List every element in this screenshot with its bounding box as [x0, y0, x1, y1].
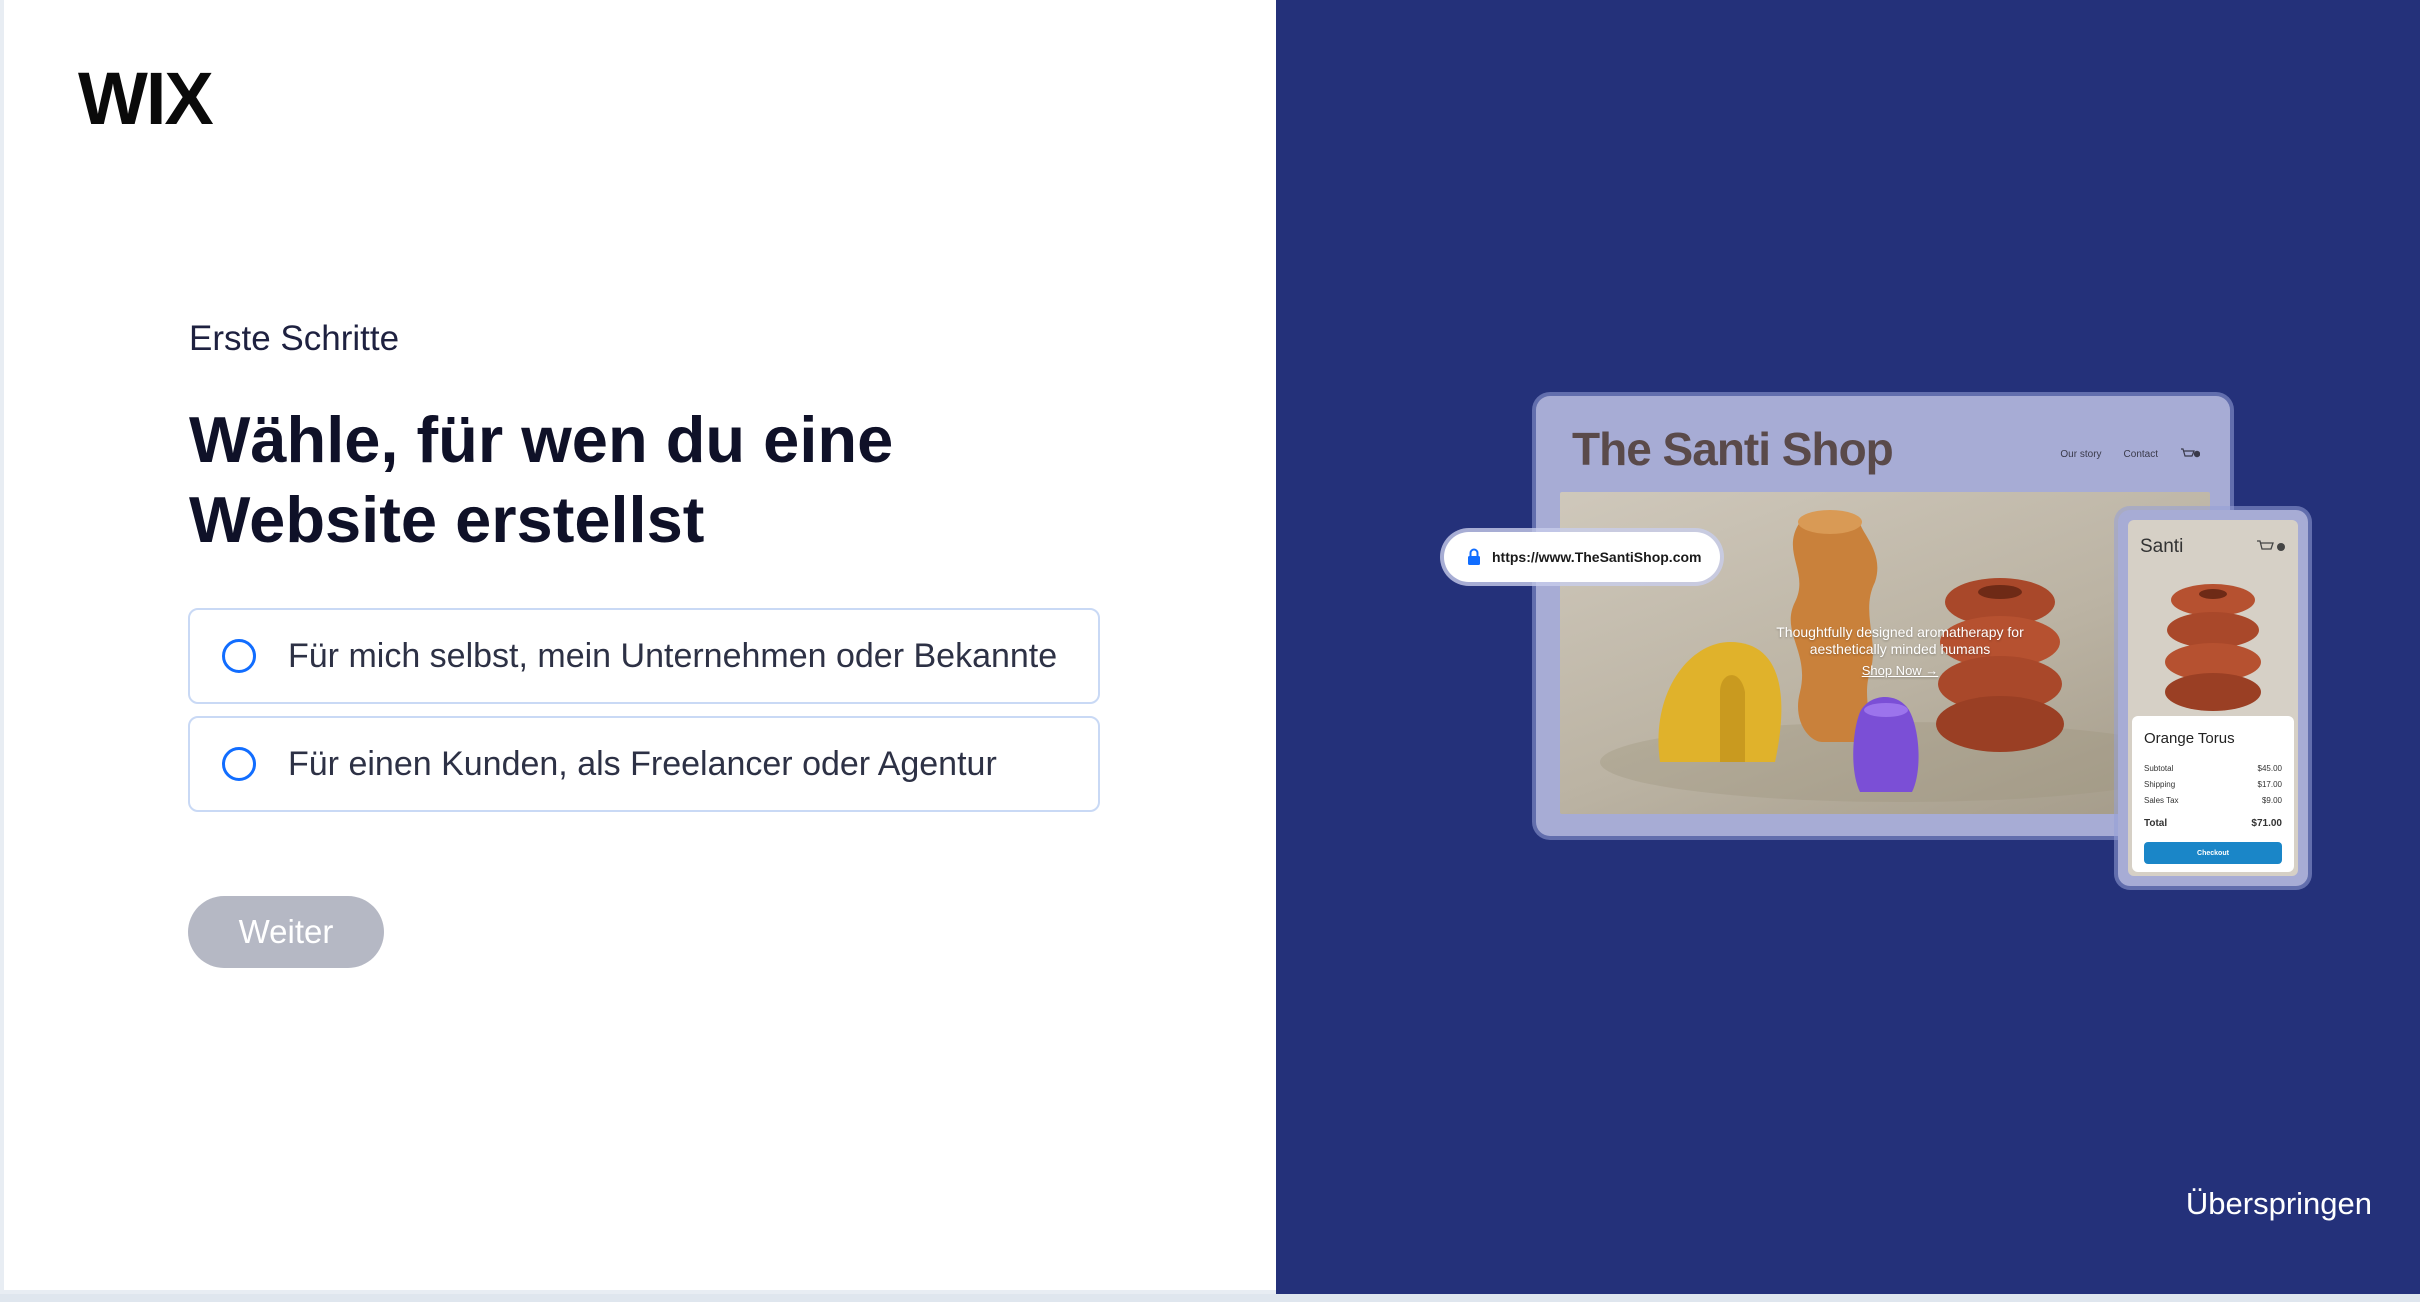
next-button[interactable]: Weiter	[188, 896, 384, 968]
mobile-screen: Santi Orange Torus Subtotal $45.00 Shipp…	[2128, 520, 2298, 876]
total-label: Total	[2144, 818, 2168, 829]
cost-row-total: Total $71.00	[2144, 818, 2282, 829]
page-title: Wähle, für wen du eine Website erstellst	[189, 403, 894, 556]
checkout-button: Checkout	[2144, 842, 2282, 864]
total-value: $71.00	[2251, 818, 2282, 829]
hero-tagline: Thoughtfully designed aromatherapy for a…	[1760, 624, 2040, 679]
shop-header: The Santi Shop Our story Contact	[1536, 396, 2230, 492]
shop-now-link: Shop Now →	[1861, 663, 1939, 678]
radio-button[interactable]	[222, 747, 256, 781]
cost-row-shipping: Shipping $17.00	[2144, 780, 2282, 789]
cost-row-tax: Sales Tax $9.00	[2144, 796, 2282, 805]
option-label: Für einen Kunden, als Freelancer oder Ag…	[288, 744, 997, 783]
cost-label: Sales Tax	[2144, 796, 2179, 805]
nav-item-our-story: Our story	[2060, 448, 2102, 460]
cart-icon	[2181, 448, 2200, 458]
cart-icon	[2257, 540, 2285, 551]
url-bar: https://www.TheSantiShop.com	[1444, 532, 1720, 582]
skip-link[interactable]: Überspringen	[2186, 1186, 2372, 1222]
checkout-card: Orange Torus Subtotal $45.00 Shipping $1…	[2132, 716, 2294, 872]
mobile-mockup: Santi Orange Torus Subtotal $45.00 Shipp…	[2118, 510, 2308, 886]
shop-title: The Santi Shop	[1572, 423, 1894, 475]
cost-label: Subtotal	[2144, 764, 2174, 773]
shop-nav: Our story Contact	[2060, 448, 2200, 460]
hero-text: Thoughtfully designed aromatherapy for a…	[1776, 624, 2024, 657]
cost-row-subtotal: Subtotal $45.00	[2144, 764, 2282, 773]
option-label: Für mich selbst, mein Unternehmen oder B…	[288, 636, 1058, 675]
mobile-brand: Santi	[2140, 536, 2184, 557]
preview-panel: The Santi Shop Our story Contact Thought…	[1276, 0, 2420, 1294]
nav-item-contact: Contact	[2123, 448, 2158, 460]
step-label: Erste Schritte	[189, 319, 400, 358]
cost-value: $45.00	[2257, 764, 2282, 773]
option-client[interactable]: Für einen Kunden, als Freelancer oder Ag…	[188, 716, 1100, 812]
option-self[interactable]: Für mich selbst, mein Unternehmen oder B…	[188, 608, 1100, 704]
url-text: https://www.TheSantiShop.com	[1492, 549, 1702, 565]
cost-value: $17.00	[2257, 780, 2282, 789]
cost-value: $9.00	[2261, 796, 2282, 805]
cost-label: Shipping	[2144, 780, 2176, 789]
lock-icon	[1468, 548, 1480, 565]
product-name: Orange Torus	[2144, 730, 2235, 747]
onboarding-panel: WIX Erste Schritte Wähle, für wen du ein…	[0, 0, 1276, 1294]
wix-logo: WIX	[78, 57, 214, 140]
radio-button[interactable]	[222, 639, 256, 673]
